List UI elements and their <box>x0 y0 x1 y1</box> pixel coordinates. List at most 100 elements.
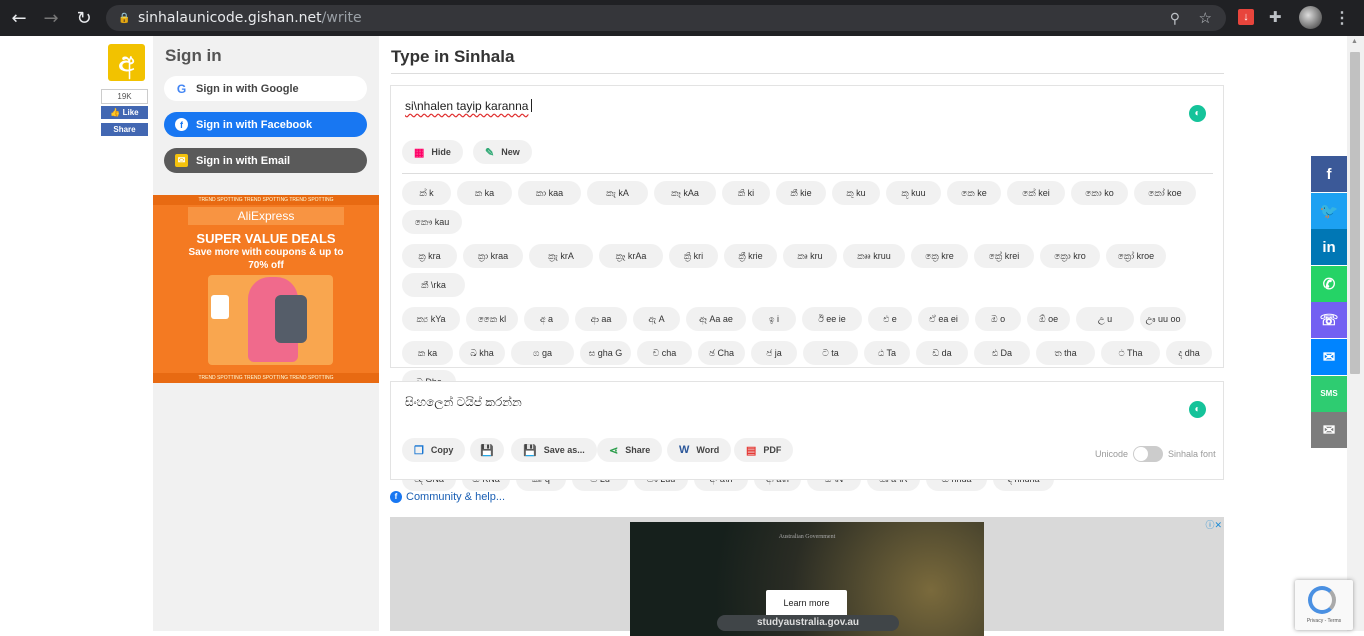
sinhala-key[interactable]: ක ka <box>457 181 512 205</box>
sinhala-key[interactable]: ක් k <box>402 181 451 205</box>
save-button[interactable]: 💾 <box>470 438 504 462</box>
forward-arrow-icon[interactable]: → <box>39 6 63 30</box>
sinhala-key[interactable]: ග ga <box>511 341 574 365</box>
sinhala-key[interactable]: ඝ gha G <box>580 341 631 365</box>
sinhala-key[interactable]: කී \rka <box>402 273 465 297</box>
recaptcha-badge[interactable]: Privacy - Terms <box>1295 580 1353 630</box>
browser-menu-icon[interactable]: ⋮ <box>1334 8 1350 28</box>
sinhala-key[interactable]: ඡ Cha <box>698 341 745 365</box>
twitter-share-icon[interactable]: 🐦 <box>1311 192 1347 229</box>
fb-like-button[interactable]: 👍 Like <box>101 106 148 119</box>
sinhala-key[interactable]: ක්‍ර kra <box>402 244 457 268</box>
sinhala-key[interactable]: ඛ kha <box>459 341 505 365</box>
sinhala-key[interactable]: එ e <box>868 307 912 331</box>
sinhala-key[interactable]: කා kaa <box>518 181 581 205</box>
search-icon[interactable]: ⚲ <box>1170 10 1180 27</box>
sinhala-key[interactable]: ක්‍රෑ krAa <box>599 244 663 268</box>
sign-in-email-button[interactable]: ✉ Sign in with Email <box>164 148 367 173</box>
back-arrow-icon[interactable]: ← <box>7 6 31 30</box>
sinhala-key[interactable]: ක්‍රේ krei <box>974 244 1034 268</box>
messenger-share-icon[interactable]: ✉ <box>1311 339 1347 375</box>
community-link[interactable]: f Community & help... <box>390 491 505 503</box>
save-as-button[interactable]: 💾 Save as... <box>511 438 597 462</box>
copy-button[interactable]: ❐ Copy <box>402 438 466 462</box>
facebook-share-icon[interactable]: f <box>1311 156 1347 192</box>
sinhala-key[interactable]: අ a <box>524 307 569 331</box>
grammarly-icon[interactable]: ◐ <box>1189 401 1206 418</box>
sinhala-output[interactable]: සිංහලෙන් ටයිප් කරන්න <box>405 395 522 410</box>
aliexpress-ad[interactable]: TREND SPOTTING TREND SPOTTING TREND SPOT… <box>153 195 379 383</box>
sinhala-key[interactable]: ක්‍රෝ kroe <box>1106 244 1166 268</box>
scroll-up-icon[interactable]: ▲ <box>1351 38 1358 45</box>
sinhala-key[interactable]: ක්‍රෙ kre <box>911 244 968 268</box>
sinhala-key[interactable]: ක ka <box>402 341 453 365</box>
sinhala-key[interactable]: ඌ uu oo <box>1140 307 1186 331</box>
word-button[interactable]: W Word <box>667 438 732 462</box>
sign-in-facebook-button[interactable]: f Sign in with Facebook <box>164 112 367 137</box>
sms-share-icon[interactable]: SMS <box>1311 375 1347 412</box>
pdf-button[interactable]: ▤ PDF <box>734 438 794 462</box>
learn-more-button[interactable]: Learn more <box>766 590 847 617</box>
scroll-thumb[interactable] <box>1350 52 1360 374</box>
sinhala-key[interactable]: ඩ da <box>916 341 968 365</box>
sinhala-key[interactable]: ආ aa <box>575 307 627 331</box>
bottom-ad[interactable]: Australian Government Learn more studyau… <box>390 517 1224 636</box>
share-button[interactable]: ⋖ Share <box>597 438 663 462</box>
sinhala-key[interactable]: කො ko <box>1071 181 1128 205</box>
email-share-icon[interactable]: ✉ <box>1311 412 1347 449</box>
sinhala-key[interactable]: ක්‍රා kraa <box>463 244 523 268</box>
sinhala-key[interactable]: ච cha <box>637 341 692 365</box>
sinhala-key[interactable]: කූ kuu <box>886 181 941 205</box>
sinhala-key[interactable]: කි ki <box>722 181 770 205</box>
sinhala-key[interactable]: ඪ Da <box>974 341 1030 365</box>
sinhala-key[interactable]: කෛ kl <box>466 307 518 331</box>
viber-share-icon[interactable]: ☏ <box>1311 302 1347 339</box>
sinhala-key[interactable]: ඒ ea ei <box>918 307 969 331</box>
toggle-switch[interactable] <box>1133 446 1164 462</box>
sinhala-key[interactable]: ඔ o <box>975 307 1021 331</box>
sinhala-key[interactable]: ද dha <box>1166 341 1212 365</box>
sinhala-key[interactable]: ජ ja <box>751 341 797 365</box>
sinhala-key[interactable]: ක්‍රි kri <box>669 244 718 268</box>
sinhala-key[interactable]: කෘ kru <box>783 244 837 268</box>
sinhala-key[interactable]: කු ku <box>832 181 880 205</box>
linkedin-share-icon[interactable]: in <box>1311 229 1347 266</box>
sinhala-key[interactable]: ක්‍රැ krA <box>529 244 593 268</box>
font-toggle[interactable]: Unicode Sinhala font <box>1095 446 1216 462</box>
sinhala-key[interactable]: උ u <box>1076 307 1134 331</box>
sinhala-key[interactable]: ක්‍ය kYa <box>402 307 460 331</box>
sinhala-key[interactable]: ත tha <box>1036 341 1095 365</box>
sinhala-key[interactable]: කෙ ke <box>947 181 1001 205</box>
sinhala-key[interactable]: ඇ A <box>633 307 680 331</box>
sinhala-key[interactable]: කැ kA <box>587 181 648 205</box>
sinhala-key[interactable]: ට ta <box>803 341 858 365</box>
sinhala-key[interactable]: කේ kei <box>1007 181 1065 205</box>
sinhala-key[interactable]: ඊ ee ie <box>802 307 862 331</box>
new-button[interactable]: ✎ New <box>473 140 532 164</box>
sinhala-key[interactable]: ඈ Aa ae <box>686 307 746 331</box>
reload-icon[interactable]: ↻ <box>72 6 96 30</box>
extensions-puzzle-icon[interactable]: ✚ <box>1269 8 1282 26</box>
sinhala-key[interactable]: කී kie <box>776 181 826 205</box>
download-extension-icon[interactable]: ↓ <box>1238 9 1254 25</box>
site-logo[interactable]: අ <box>108 44 145 81</box>
adchoices-icon[interactable]: ⓘ✕ <box>1205 518 1222 531</box>
sinhala-key[interactable]: කෲ kruu <box>843 244 905 268</box>
sinhala-key[interactable]: ඉ i <box>752 307 796 331</box>
sinhala-key[interactable]: ඕ oe <box>1027 307 1070 331</box>
profile-avatar[interactable] <box>1299 6 1322 29</box>
sinhala-key[interactable]: කෝ koe <box>1134 181 1196 205</box>
grammarly-icon[interactable]: ◐ <box>1189 105 1206 122</box>
recaptcha-terms[interactable]: Privacy - Terms <box>1295 618 1353 624</box>
whatsapp-share-icon[interactable]: ✆ <box>1311 265 1347 302</box>
sinhala-key[interactable]: ථ Tha <box>1101 341 1160 365</box>
sign-in-google-button[interactable]: G Sign in with Google <box>164 76 367 101</box>
sinhala-key[interactable]: කෞ kau <box>402 210 462 234</box>
sinhala-key[interactable]: ක්‍රො kro <box>1040 244 1100 268</box>
hide-keys-button[interactable]: ▦ Hide <box>402 140 463 164</box>
scrollbar[interactable]: ▲ <box>1347 36 1364 631</box>
singlish-input[interactable]: si\nhalen tayip karanna <box>405 99 533 113</box>
sinhala-key[interactable]: ඨ Ta <box>864 341 910 365</box>
address-bar[interactable]: 🔒 sinhalaunicode.gishan.net/write ⚲ ☆ <box>106 5 1226 31</box>
bookmark-star-icon[interactable]: ☆ <box>1199 9 1212 27</box>
